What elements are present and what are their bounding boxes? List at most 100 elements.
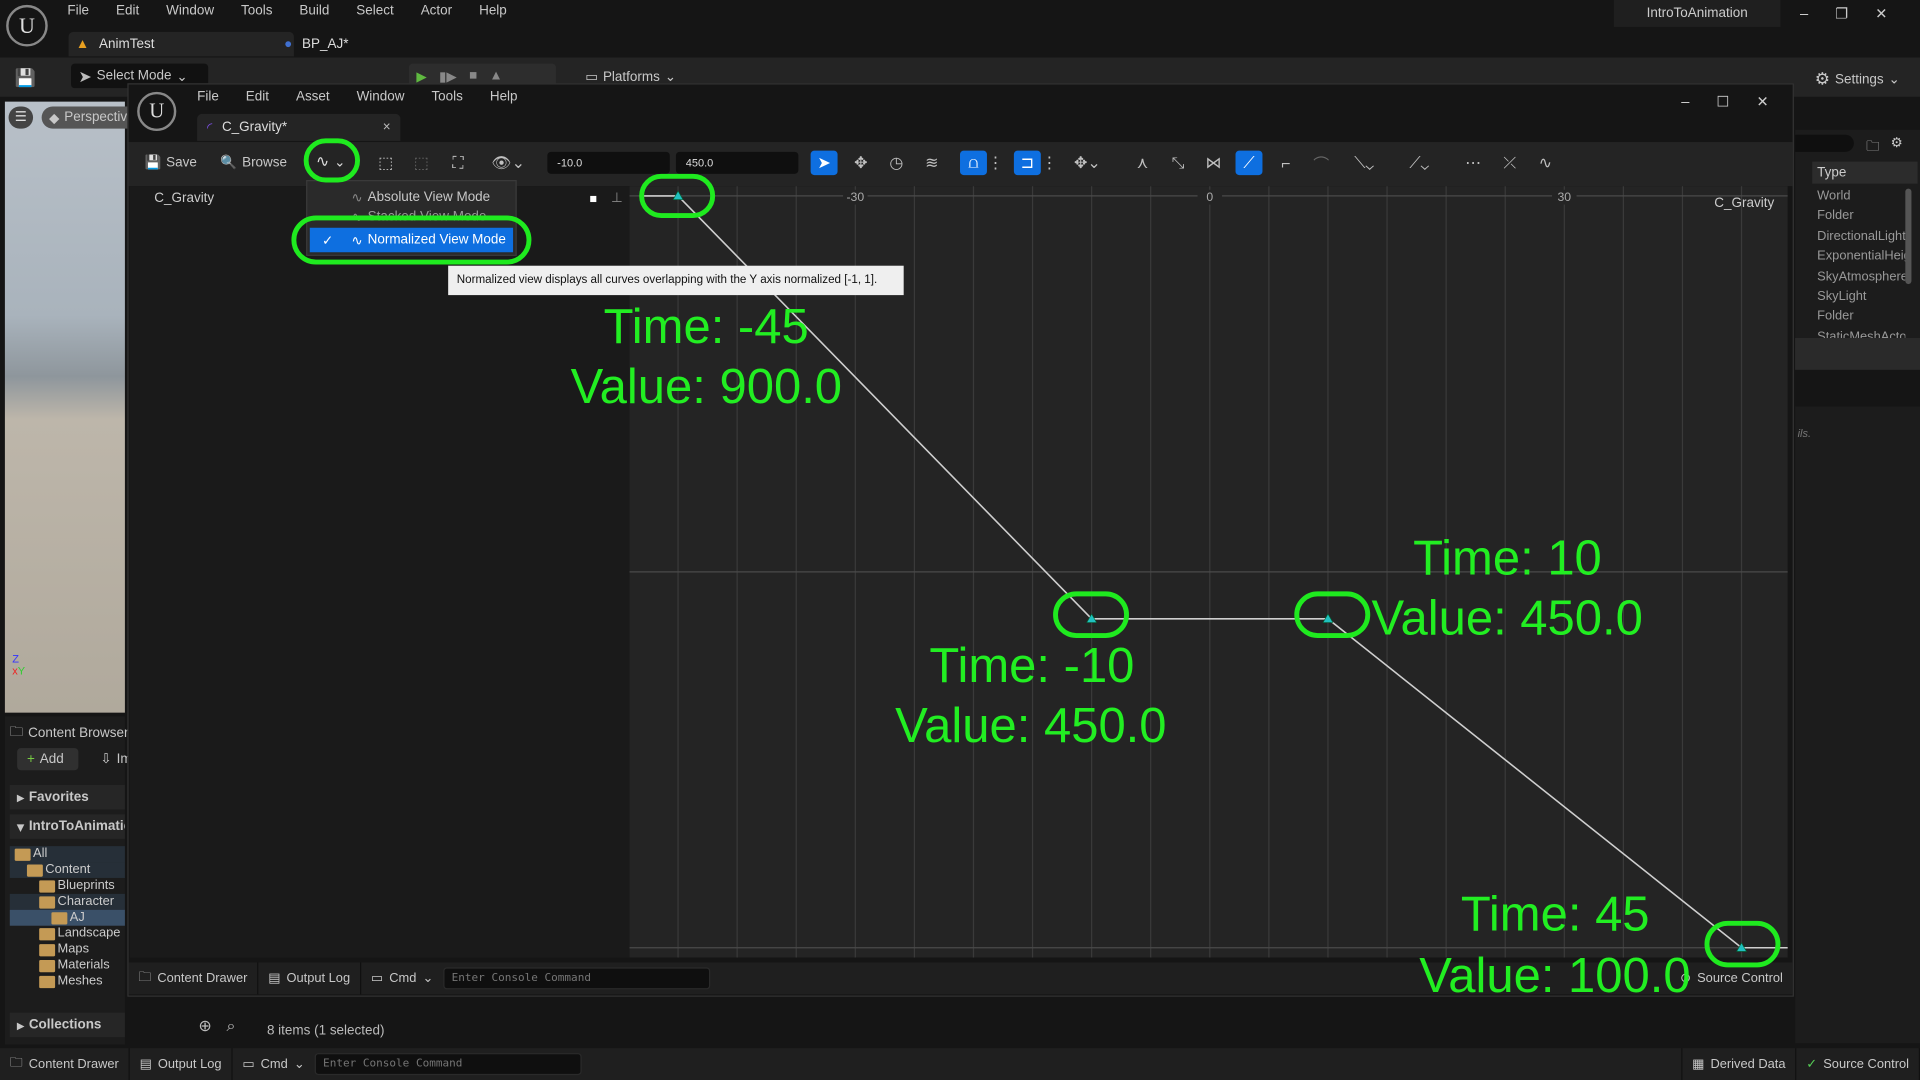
outliner-scrollbar[interactable] — [1905, 188, 1912, 285]
user-tangent-icon[interactable]: ⤡ — [1164, 151, 1191, 175]
add-folder-icon[interactable]: 🗀 — [1866, 136, 1879, 159]
stop-icon[interactable]: ■ — [469, 69, 477, 84]
settings-button[interactable]: ⚙ Settings ⌄ — [1815, 69, 1900, 90]
select-tool-icon[interactable]: ➤ — [810, 150, 838, 176]
console-command-input[interactable] — [314, 1053, 582, 1076]
close-icon[interactable]: ✕ — [1756, 93, 1768, 110]
save-level-icon[interactable]: 💾 — [15, 67, 36, 88]
time-snap-icon[interactable]: ⩍ — [960, 150, 987, 176]
console-command-input[interactable] — [443, 967, 710, 990]
tab-c-gravity[interactable]: ◜ C_Gravity* × — [197, 113, 401, 141]
folder-tree-item[interactable]: Blueprints — [10, 878, 125, 894]
eject-icon[interactable]: ▲ — [489, 69, 502, 84]
curve-tree-item[interactable]: C_Gravity — [154, 191, 214, 206]
menu-window[interactable]: Window — [357, 89, 405, 104]
outliner-row[interactable]: DirectionalLight — [1795, 226, 1905, 246]
folder-tree-item[interactable]: Content — [9, 862, 125, 878]
collections-section[interactable]: ▸ Collections — [9, 1012, 125, 1038]
source-control-button[interactable]: ✓ Source Control — [1797, 1048, 1920, 1080]
filter-icon[interactable]: ∿ — [1532, 151, 1559, 175]
gear-icon[interactable]: ⚙ — [1891, 135, 1903, 151]
menu-edit[interactable]: Edit — [246, 89, 269, 104]
outliner-search-input[interactable] — [1795, 134, 1854, 152]
save-button[interactable]: 💾 Save — [144, 154, 196, 170]
folder-tree-item[interactable]: Maps — [10, 942, 125, 958]
pin-icon[interactable]: ⊥ — [611, 190, 623, 206]
browse-button[interactable]: 🔍 Browse — [220, 154, 287, 170]
content-browser-tab[interactable]: 🗀 Content Browser — [10, 721, 129, 744]
outliner-row[interactable]: SkyLight — [1795, 286, 1905, 306]
value-snap-options-icon[interactable]: ⋮ — [1041, 151, 1057, 175]
add-button[interactable]: + Add — [17, 748, 79, 771]
key-value-input[interactable] — [675, 151, 799, 174]
tab-animtest[interactable]: ▲ AnimTest — [68, 31, 294, 57]
derived-data-button[interactable]: ▦ Derived Data — [1681, 1048, 1797, 1080]
menu-edit[interactable]: Edit — [116, 4, 139, 19]
menu-file[interactable]: File — [197, 89, 219, 104]
folder-tree-item[interactable]: Landscape — [10, 926, 125, 942]
pre-infinity-dropdown[interactable]: ⟍⌄ — [1345, 151, 1384, 175]
auto-tangent-icon[interactable]: ⋏ — [1129, 151, 1156, 175]
post-infinity-dropdown[interactable]: ⟋⌄ — [1400, 151, 1439, 175]
outliner-row[interactable]: World — [1795, 186, 1905, 206]
value-snap-icon[interactable]: ⊐ — [1013, 150, 1041, 176]
cmd-dropdown[interactable]: ▭ Cmd ⌄ — [361, 962, 443, 994]
menu-window[interactable]: Window — [166, 4, 214, 19]
search-icon[interactable]: ⌕ — [227, 1016, 236, 1036]
menu-asset[interactable]: Asset — [296, 89, 330, 104]
transform-tool-icon[interactable]: ✥ — [847, 151, 874, 175]
outliner-row[interactable]: SkyAtmosphere — [1795, 266, 1905, 286]
tab-bp-aj[interactable]: ● BP_AJ* — [284, 32, 348, 56]
retime-tool-icon[interactable]: ◷ — [883, 151, 910, 175]
key-time-input[interactable] — [547, 151, 670, 174]
pin-key-icon[interactable]: ⬚ — [408, 151, 435, 175]
multi-scale-icon[interactable]: ≋ — [918, 151, 945, 175]
outliner-row[interactable]: Folder — [1795, 206, 1905, 226]
folder-tree-item[interactable]: Meshes — [10, 973, 125, 989]
menu-actor[interactable]: Actor — [421, 4, 452, 19]
level-viewport[interactable]: ☰ ◆ Perspective ZxY — [4, 101, 142, 713]
play-icon[interactable]: ▶ — [416, 68, 426, 84]
folder-tree-item[interactable]: Materials — [10, 958, 125, 974]
step-icon[interactable]: ▮▶ — [439, 68, 457, 84]
time-snap-options-icon[interactable]: ⋮ — [988, 151, 1004, 175]
folder-tree-item[interactable]: All — [9, 846, 125, 863]
constant-tangent-icon[interactable]: ⌐ — [1272, 151, 1299, 175]
menu-build[interactable]: Build — [299, 4, 329, 19]
menu-item-absolute-view-mode[interactable]: ∿ Absolute View Mode — [307, 186, 515, 208]
menu-help[interactable]: Help — [479, 4, 507, 19]
unreal-logo[interactable]: U — [6, 4, 48, 47]
folder-tree-item[interactable]: AJ — [9, 909, 125, 926]
add-collection-icon[interactable]: ⊕ — [198, 1016, 211, 1036]
menu-tools[interactable]: Tools — [241, 4, 272, 19]
straighten-icon[interactable]: ⤫ — [1496, 151, 1523, 175]
viewport-options-button[interactable]: ☰ — [8, 106, 34, 129]
minimize-icon[interactable]: – — [1800, 5, 1808, 22]
visibility-dropdown[interactable]: 👁⌄ — [487, 151, 529, 175]
menu-select[interactable]: Select — [356, 4, 393, 19]
flatten-icon[interactable]: ⋯ — [1460, 151, 1487, 175]
content-drawer-button[interactable]: 🗀 Content Drawer — [129, 962, 259, 995]
menu-file[interactable]: File — [67, 4, 89, 19]
linear-tangent-icon[interactable]: ⟋ — [1235, 150, 1263, 176]
close-tab-icon[interactable]: × — [383, 120, 391, 135]
break-tangent-icon[interactable]: ⋈ — [1200, 151, 1227, 175]
weighted-tangent-icon[interactable]: ⌒ — [1308, 151, 1335, 175]
menu-tools[interactable]: Tools — [431, 89, 462, 104]
platforms-dropdown[interactable]: ▭ Platforms ⌄ — [585, 69, 676, 84]
project-section[interactable]: ▾ IntroToAnimation — [9, 814, 125, 839]
output-log-button[interactable]: ▤ Output Log — [130, 1048, 233, 1080]
menu-help[interactable]: Help — [490, 89, 518, 104]
minimize-icon[interactable]: – — [1681, 93, 1689, 110]
favorites-section[interactable]: ▸ Favorites — [9, 784, 125, 810]
folder-tree-item[interactable]: Character — [9, 893, 125, 910]
axis-snap-dropdown[interactable]: ✥⌄ — [1068, 151, 1107, 175]
outliner-row[interactable]: ExponentialHeightFog — [1795, 246, 1905, 266]
select-key-icon[interactable]: ⬚ — [372, 151, 399, 175]
maximize-icon[interactable]: ☐ — [1716, 93, 1729, 110]
content-drawer-button[interactable]: 🗀 Content Drawer — [0, 1048, 130, 1080]
close-icon[interactable]: ✕ — [1875, 5, 1887, 22]
output-log-button[interactable]: ▤ Output Log — [258, 962, 362, 995]
cmd-dropdown[interactable]: ▭ Cmd ⌄ — [233, 1048, 315, 1080]
outliner-row[interactable]: Folder — [1795, 307, 1905, 327]
